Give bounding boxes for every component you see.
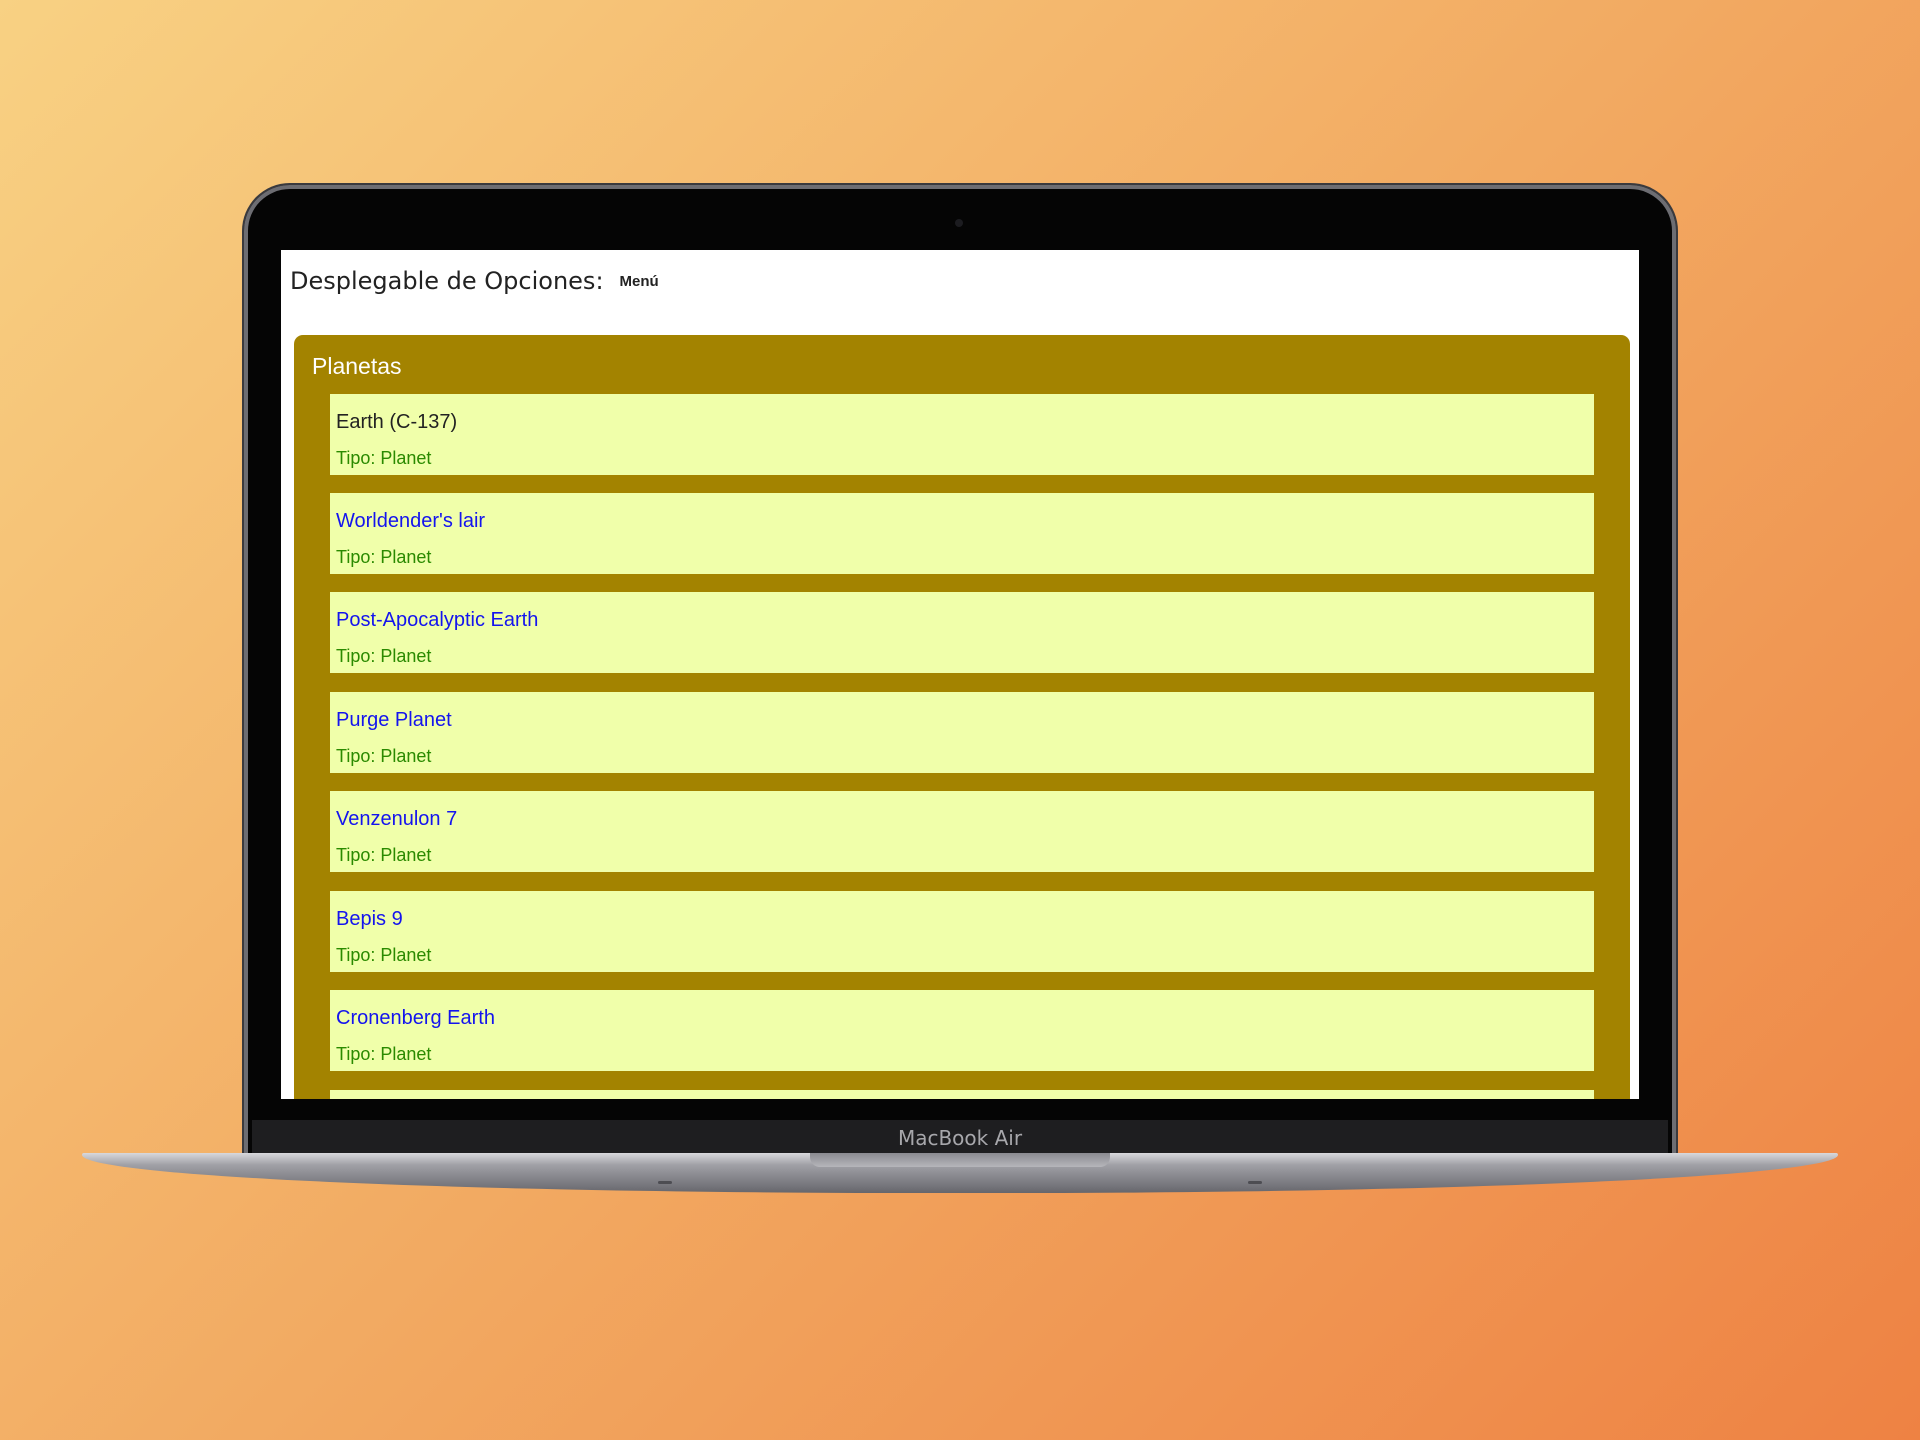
planet-name-link[interactable]: Cronenberg Earth — [336, 1007, 495, 1030]
list-item: Post-Apocalyptic Earth Tipo: Planet — [330, 592, 1594, 673]
planet-name-link[interactable]: Venzenulon 7 — [336, 808, 457, 831]
planet-type: Tipo: Planet — [336, 547, 432, 567]
planet-type: Tipo: Planet — [336, 448, 432, 468]
browser-viewport: Desplegable de Opciones: Menú Planetas E… — [281, 250, 1639, 1099]
planet-name-link[interactable]: Purge Planet — [336, 709, 452, 732]
menu-button[interactable]: Menú — [620, 273, 659, 290]
laptop-foot — [658, 1181, 672, 1184]
planet-type: Tipo: Planet — [336, 845, 432, 865]
list-item-partial — [330, 1090, 1594, 1099]
planet-type: Tipo: Planet — [336, 646, 432, 666]
planet-name[interactable]: Earth (C-137) — [336, 411, 457, 434]
list-item: Earth (C-137) Tipo: Planet — [330, 394, 1594, 475]
list-item: Worldender's lair Tipo: Planet — [330, 493, 1594, 574]
section-title: Planetas — [312, 353, 402, 379]
top-bar: Desplegable de Opciones: Menú — [281, 250, 1639, 312]
list-item: Venzenulon 7 Tipo: Planet — [330, 791, 1594, 872]
planet-type: Tipo: Planet — [336, 746, 432, 766]
list-item: Cronenberg Earth Tipo: Planet — [330, 990, 1594, 1071]
planet-name-link[interactable]: Bepis 9 — [336, 908, 403, 931]
device-label: MacBook Air — [252, 1120, 1668, 1156]
page-title: Desplegable de Opciones: — [290, 267, 604, 295]
planet-name-link[interactable]: Post-Apocalyptic Earth — [336, 609, 538, 632]
laptop-hinge-notch — [810, 1153, 1110, 1167]
list-item: Bepis 9 Tipo: Planet — [330, 891, 1594, 972]
planets-panel: Planetas Earth (C-137) Tipo: Planet Worl… — [294, 335, 1630, 1099]
camera-icon — [955, 219, 963, 227]
planet-name-link[interactable]: Worldender's lair — [336, 510, 485, 533]
list-item: Purge Planet Tipo: Planet — [330, 692, 1594, 773]
planet-type: Tipo: Planet — [336, 1044, 432, 1064]
laptop-foot — [1248, 1181, 1262, 1184]
planet-type: Tipo: Planet — [336, 945, 432, 965]
